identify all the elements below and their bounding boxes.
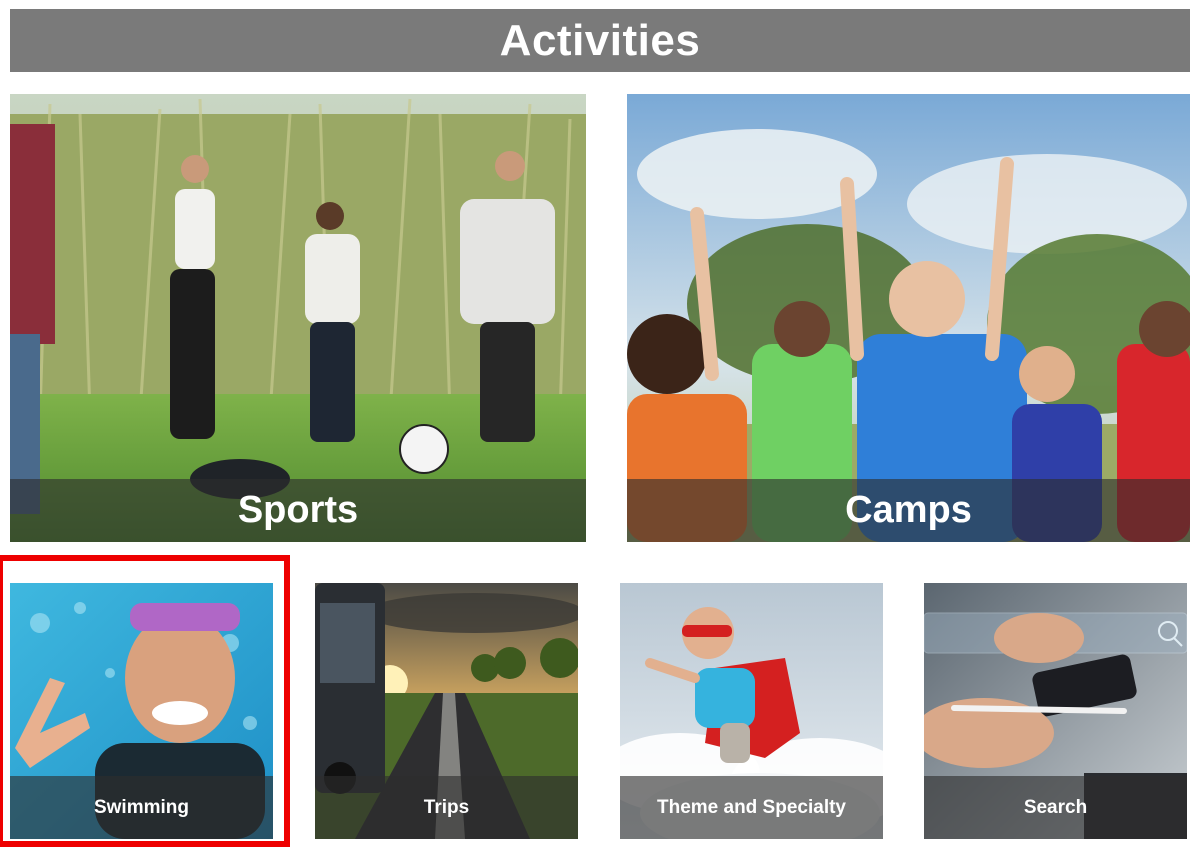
page-title: Activities — [499, 15, 701, 65]
swimming-tile[interactable]: Swimming — [10, 583, 273, 839]
sports-photo — [10, 94, 586, 542]
sports-label: Sports — [237, 489, 359, 531]
camps-label: Camps — [845, 489, 972, 531]
theme-specialty-caption: Theme and Specialty — [620, 776, 883, 839]
camps-tile[interactable]: Camps — [627, 94, 1190, 542]
swimming-caption: Swimming — [10, 776, 273, 839]
sports-tile[interactable]: Sports — [10, 94, 586, 542]
search-caption: Search — [924, 776, 1187, 839]
camps-caption: Camps — [627, 479, 1190, 542]
page-header: Activities — [10, 9, 1190, 72]
swimming-label: Swimming — [93, 796, 189, 818]
search-label: Search — [1023, 796, 1088, 818]
trips-caption: Trips — [315, 776, 578, 839]
search-tile[interactable]: Search — [924, 583, 1187, 839]
trips-tile[interactable]: Trips — [315, 583, 578, 839]
theme-specialty-label: Theme and Specialty — [656, 796, 846, 818]
theme-specialty-tile[interactable]: Theme and Specialty — [620, 583, 883, 839]
sports-caption: Sports — [10, 479, 586, 542]
camps-photo — [627, 94, 1190, 542]
trips-label: Trips — [423, 796, 470, 818]
